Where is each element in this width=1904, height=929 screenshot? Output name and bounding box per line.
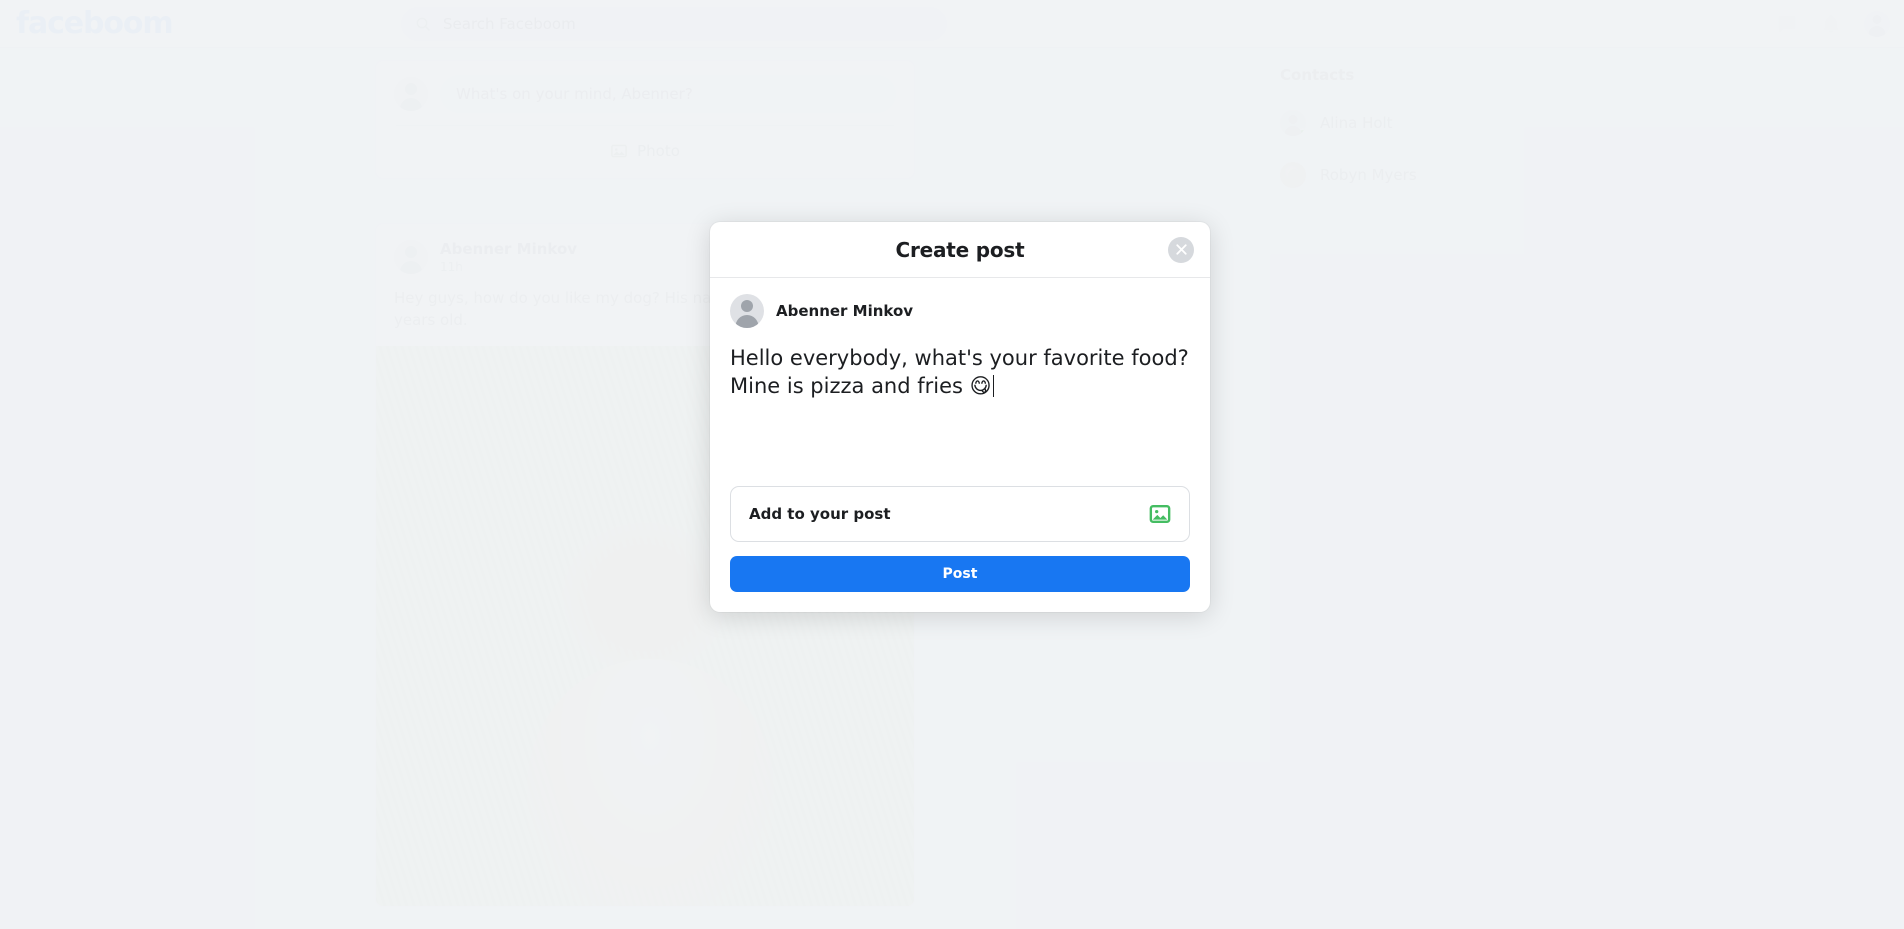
create-post-dialog: Create post Abenner Minkov Hello everybo… [710,222,1210,612]
add-to-post-label: Add to your post [749,505,891,523]
dialog-author-avatar [730,294,764,328]
photo-image-icon [1149,505,1171,523]
post-text-input[interactable]: Hello everybody, what's your favorite fo… [710,328,1210,478]
close-x-glyph [1175,244,1187,255]
add-photo-button[interactable] [1149,503,1171,525]
dialog-author-row: Abenner Minkov [710,278,1210,328]
text-cursor [992,375,995,398]
post-text-value: Hello everybody, what's your favorite fo… [730,346,1189,399]
dialog-author-name: Abenner Minkov [776,302,914,320]
add-to-post-panel: Add to your post [730,486,1190,542]
close-icon[interactable] [1168,236,1194,263]
dialog-header: Create post [710,222,1210,278]
dialog-title: Create post [895,237,1025,262]
post-submit-button[interactable]: Post [730,556,1190,592]
